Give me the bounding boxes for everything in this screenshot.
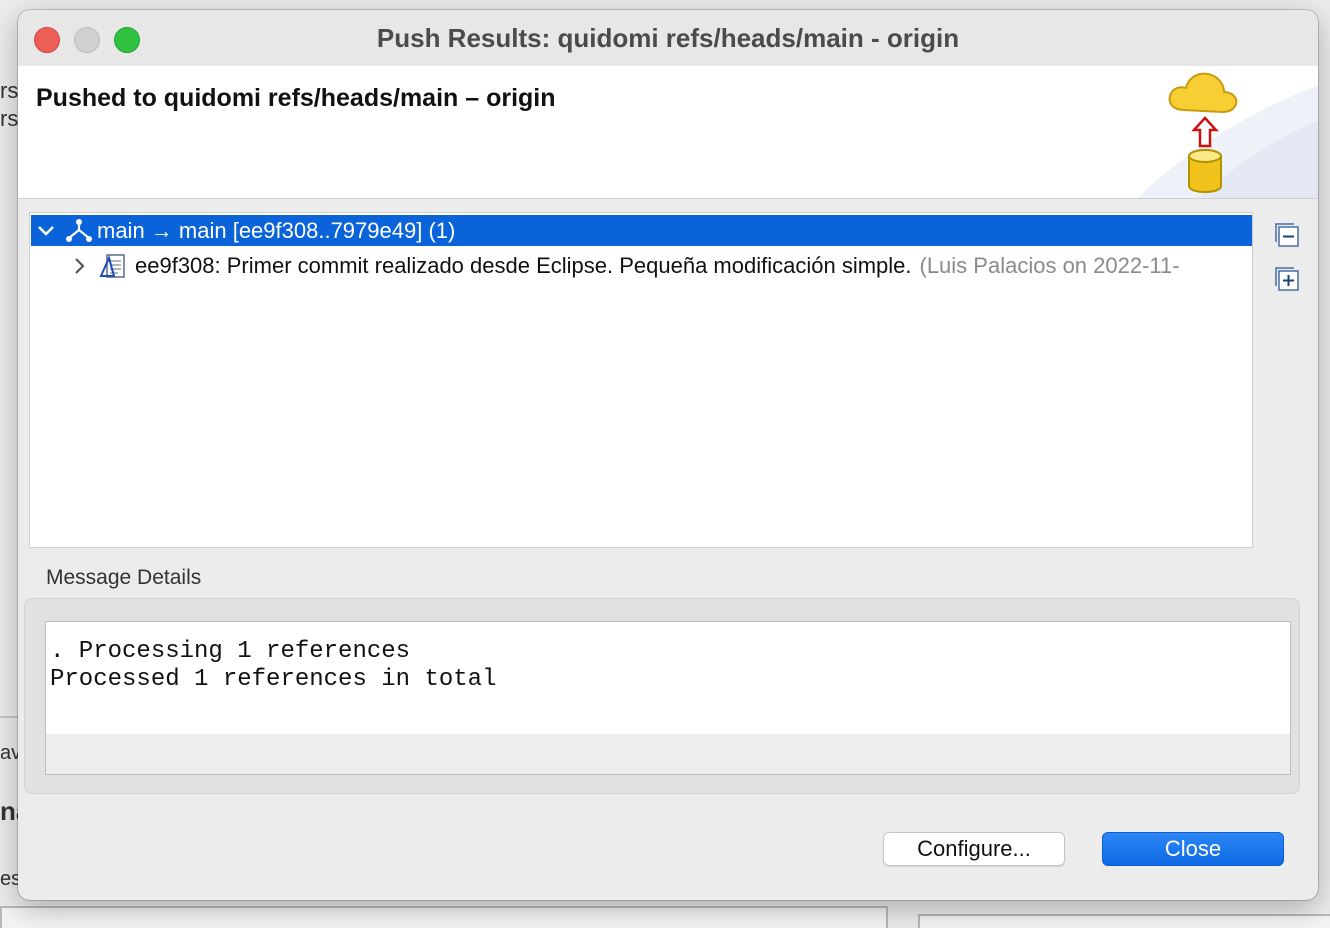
tree-row-ref-update[interactable]: main → main [ee9f308..7979e49] (1) (31, 215, 1252, 246)
bg-divider (0, 716, 20, 718)
commit-icon (95, 252, 131, 280)
bg-panel (0, 906, 888, 928)
chevron-right-icon[interactable] (65, 257, 95, 275)
tree-row-commit[interactable]: ee9f308: Primer commit realizado desde E… (31, 250, 1252, 281)
message-details-textarea[interactable]: . Processing 1 references Processed 1 re… (45, 621, 1291, 775)
bg-text-fragment: rs (0, 78, 19, 103)
message-line: . Processing 1 references (50, 638, 411, 665)
window-title: Push Results: quidomi refs/heads/main - … (376, 23, 960, 53)
branch-merge-icon (61, 217, 97, 245)
push-results-dialog: Push Results: quidomi refs/heads/main - … (18, 10, 1318, 900)
chevron-down-icon[interactable] (31, 225, 61, 237)
push-results-tree[interactable]: main → main [ee9f308..7979e49] (1) ee9f3… (29, 212, 1253, 548)
banner-title: Pushed to quidomi refs/heads/main – orig… (36, 84, 556, 112)
expand-all-button[interactable] (1274, 266, 1300, 292)
close-button[interactable]: Close (1102, 832, 1284, 866)
bg-text-fragment: rs (0, 106, 19, 131)
commit-message: ee9f308: Primer commit realizado desde E… (135, 252, 912, 278)
expand-all-icon (1275, 267, 1299, 291)
collapse-all-icon (1275, 223, 1299, 247)
push-to-cloud-icon (1138, 72, 1318, 198)
commit-author-date: (Luis Palacios on 2022-11- (919, 252, 1180, 278)
bg-panel (918, 914, 1330, 928)
message-line: Processed 1 references in total (50, 666, 497, 693)
title-bar: Push Results: quidomi refs/heads/main - … (18, 10, 1318, 66)
ref-update-label: main → main [ee9f308..7979e49] (1) (97, 217, 456, 243)
collapse-all-button[interactable] (1274, 222, 1300, 248)
message-details-group: . Processing 1 references Processed 1 re… (24, 598, 1300, 794)
message-details-label: Message Details (46, 566, 202, 589)
configure-button[interactable]: Configure... (883, 832, 1065, 866)
header-banner: Pushed to quidomi refs/heads/main – orig… (18, 66, 1318, 199)
